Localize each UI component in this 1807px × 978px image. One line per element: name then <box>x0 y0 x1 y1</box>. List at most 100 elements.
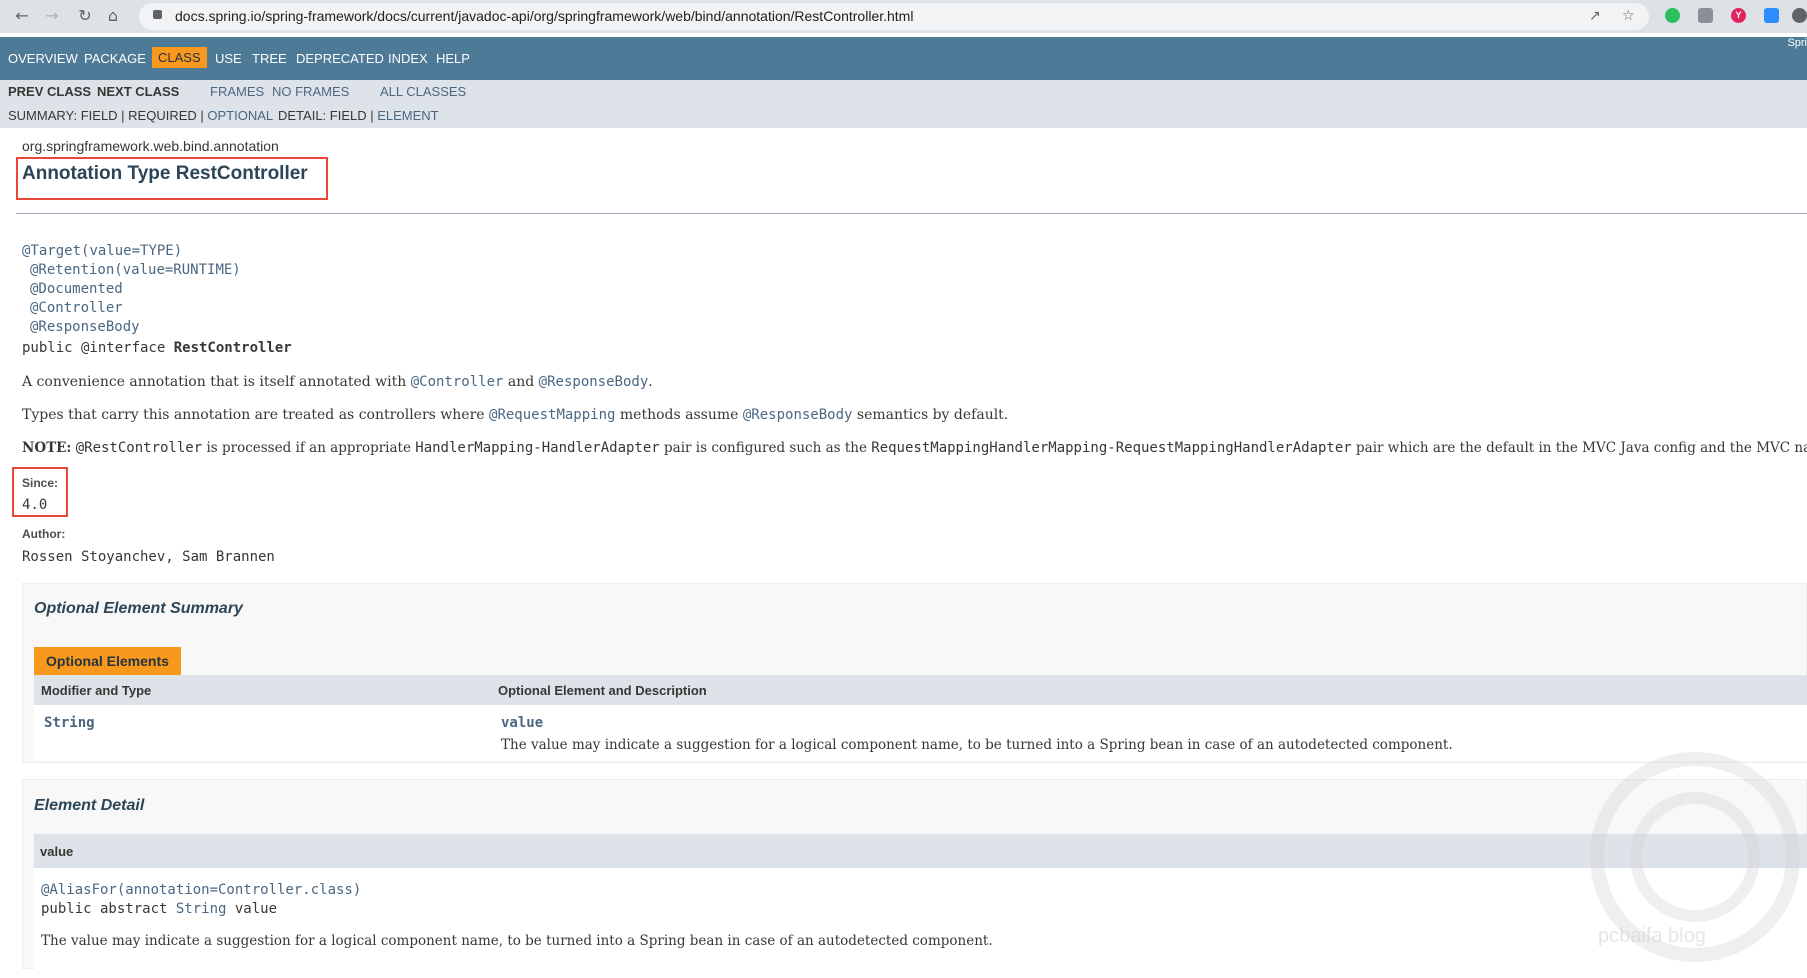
back-arrow-icon[interactable]: ← <box>12 6 32 26</box>
code: RequestMappingHandlerAdapter <box>1115 440 1352 456</box>
all-classes-link[interactable]: ALL CLASSES <box>380 84 466 99</box>
detail-heading: Element Detail <box>34 797 145 814</box>
declaration-prefix: public @interface <box>22 340 174 356</box>
since-highlight-box <box>12 467 68 517</box>
declaration-line: public @interface RestController <box>22 340 292 356</box>
col-modifier-type: Modifier and Type <box>41 683 152 698</box>
annotation-args: (value=TYPE) <box>81 243 183 259</box>
signature-line: @Retention(value=RUNTIME) <box>30 262 241 278</box>
about-text: Spri <box>1787 37 1807 49</box>
detail-member-header: value <box>34 834 1807 868</box>
detail-annotation: @AliasFor(annotation=Controller.class) <box>41 882 361 898</box>
author-label: Author: <box>22 527 66 541</box>
next-class-link[interactable]: NEXT CLASS <box>97 84 179 99</box>
y-extension-icon[interactable]: Y <box>1731 8 1746 23</box>
detail-element-link[interactable]: ELEMENT <box>377 108 438 123</box>
annotation-link[interactable]: @Controller <box>30 300 123 316</box>
text: semantics by default. <box>852 407 1009 423</box>
url-text: docs.spring.io/spring-framework/docs/cur… <box>175 8 914 24</box>
watermark-text: pcbaifa blog <box>1598 925 1706 947</box>
frames-link[interactable]: FRAMES <box>210 84 264 99</box>
signature-line: @Controller <box>30 300 123 316</box>
annotation-link[interactable]: @Documented <box>30 281 123 297</box>
detail-body: @AliasFor(annotation=Controller.class) p… <box>34 868 1807 978</box>
description-note: NOTE: @RestController is processed if an… <box>22 440 1807 456</box>
watermark-logo-inner <box>1630 792 1760 922</box>
row-element-link[interactable]: value <box>501 715 543 731</box>
row-type-link[interactable]: String <box>44 715 95 731</box>
zoom-extension-icon[interactable] <box>1764 8 1779 23</box>
nav-overview[interactable]: OVERVIEW <box>8 51 78 66</box>
text: methods assume <box>615 407 743 423</box>
nav-deprecated[interactable]: DEPRECATED <box>296 51 384 66</box>
address-bar[interactable]: docs.spring.io/spring-framework/docs/cur… <box>139 3 1649 30</box>
responsebody-link[interactable]: @ResponseBody <box>743 407 853 423</box>
code: @RestController <box>75 440 203 456</box>
code: RequestMappingHandlerMapping <box>871 440 1108 456</box>
puzzle-extension-icon[interactable] <box>1792 8 1807 23</box>
annotation-link[interactable]: @Target <box>22 243 81 259</box>
code: - <box>533 440 542 456</box>
code: HandlerAdapter <box>541 440 660 456</box>
detail-declaration: public abstract String value <box>41 901 277 917</box>
nav-use[interactable]: USE <box>215 51 242 66</box>
annotation-args: (value=RUNTIME) <box>114 262 241 278</box>
top-navigation: OVERVIEW PACKAGE CLASS USE TREE DEPRECAT… <box>0 37 1807 80</box>
nav-package[interactable]: PACKAGE <box>84 51 146 66</box>
header-divider <box>16 213 1807 214</box>
text: pair is configured such as the <box>659 440 872 456</box>
signature-line: @Documented <box>30 281 123 297</box>
code: HandlerMapping <box>415 440 534 456</box>
forward-arrow-icon[interactable]: → <box>42 6 62 26</box>
tab-extension-icon[interactable] <box>1698 8 1713 23</box>
reload-icon[interactable]: ↻ <box>75 6 95 26</box>
detail-member-name: value <box>40 844 74 859</box>
aliasfor-link[interactable]: @AliasFor <box>41 882 117 898</box>
share-icon[interactable]: ↗ <box>1589 8 1601 24</box>
nav-tree[interactable]: TREE <box>252 51 287 66</box>
summary-table-header: Modifier and Type Optional Element and D… <box>34 675 1807 705</box>
element-detail: Element Detail value @AliasFor(annotatio… <box>22 779 1807 978</box>
decl-name: value <box>226 901 278 917</box>
no-frames-link[interactable]: NO FRAMES <box>272 84 349 99</box>
title-highlight-box <box>16 157 328 200</box>
bookmark-star-icon[interactable]: ☆ <box>1622 8 1635 24</box>
col-element-description: Optional Element and Description <box>498 683 707 698</box>
prev-class-link[interactable]: PREV CLASS <box>8 84 91 99</box>
detail-nav: DETAIL: FIELD | ELEMENT <box>278 108 439 123</box>
optional-elements-tab[interactable]: Optional Elements <box>34 647 181 675</box>
summary-prefix: SUMMARY: FIELD | REQUIRED | <box>8 108 208 123</box>
lock-icon <box>153 10 162 19</box>
sub-navigation: PREV CLASS NEXT CLASS FRAMES NO FRAMES A… <box>0 80 1807 128</box>
text: A convenience annotation that is itself … <box>22 374 411 390</box>
evernote-extension-icon[interactable] <box>1665 8 1680 23</box>
text: and <box>503 374 539 390</box>
signature-line: @ResponseBody <box>30 319 140 335</box>
text: is processed if an appropriate <box>202 440 416 456</box>
package-name: org.springframework.web.bind.annotation <box>22 138 279 154</box>
annotation-link[interactable]: @Retention <box>30 262 114 278</box>
string-type-link[interactable]: String <box>176 901 227 917</box>
browser-toolbar: ← → ↻ ⌂ docs.spring.io/spring-framework/… <box>0 0 1807 33</box>
summary-heading: Optional Element Summary <box>34 600 243 617</box>
table-row: String value The value may indicate a su… <box>34 705 1807 761</box>
detail-prefix: DETAIL: FIELD | <box>278 108 378 123</box>
decl-prefix: public abstract <box>41 901 176 917</box>
annotation-link[interactable]: @ResponseBody <box>30 319 140 335</box>
text: pair which are the default in the MVC Ja… <box>1356 440 1807 456</box>
optional-element-summary: Optional Element Summary Optional Elemen… <box>22 583 1807 763</box>
requestmapping-link[interactable]: @RequestMapping <box>489 407 615 423</box>
responsebody-link[interactable]: @ResponseBody <box>539 374 649 390</box>
nav-class[interactable]: CLASS <box>152 47 207 68</box>
nav-help[interactable]: HELP <box>436 51 470 66</box>
nav-index[interactable]: INDEX <box>388 51 428 66</box>
controller-link[interactable]: @Controller <box>411 374 504 390</box>
author-value: Rossen Stoyanchev, Sam Brannen <box>22 549 275 565</box>
declaration-name: RestController <box>173 340 292 356</box>
code: - <box>1107 440 1116 456</box>
note-label: NOTE: <box>22 440 72 456</box>
description-paragraph-2: Types that carry this annotation are tre… <box>22 407 1008 423</box>
summary-optional-link[interactable]: OPTIONAL <box>207 108 273 123</box>
signature-line: @Target(value=TYPE) <box>22 243 182 259</box>
home-icon[interactable]: ⌂ <box>103 6 123 26</box>
